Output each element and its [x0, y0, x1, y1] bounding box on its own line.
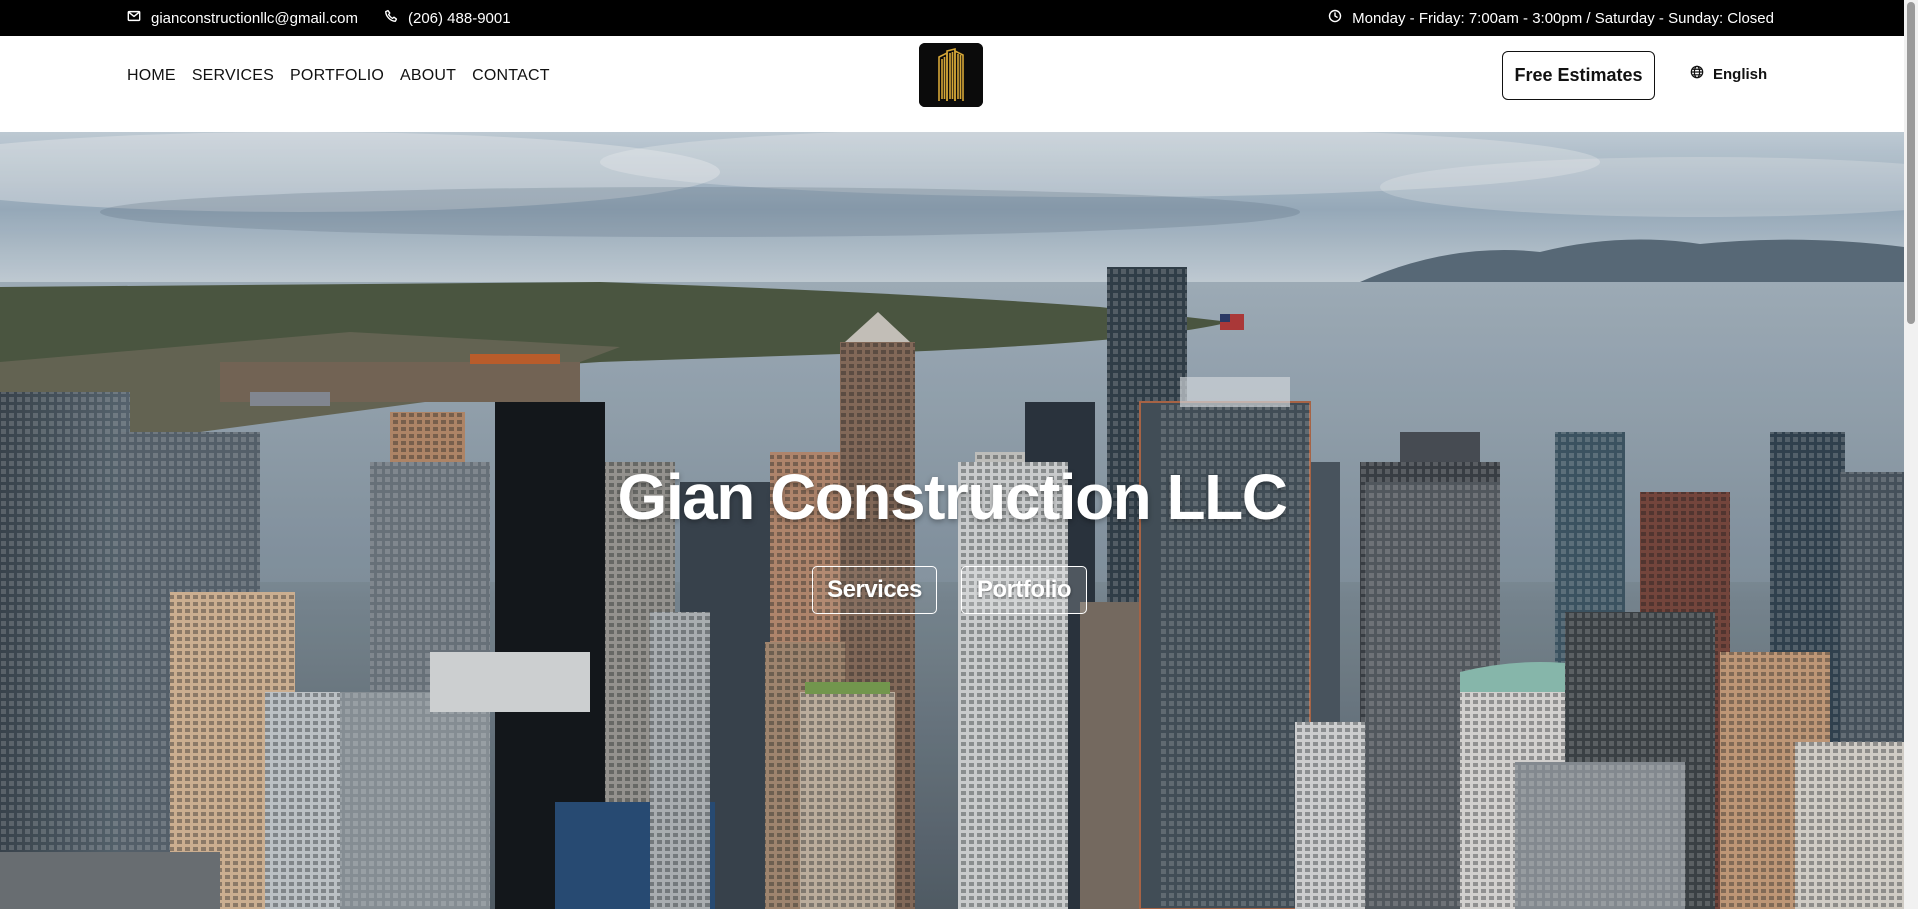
hero-buttons: Services Portfolio [812, 566, 1087, 614]
hero-section: Gian Construction LLC Services Portfolio [0, 132, 1904, 909]
scrollbar-thumb[interactable] [1907, 2, 1915, 324]
email-text[interactable]: gianconstructionllc@gmail.com [151, 10, 358, 27]
hours-text: Monday - Friday: 7:00am - 3:00pm / Satur… [1352, 9, 1774, 27]
globe-icon [1690, 65, 1704, 83]
clock-icon [1328, 9, 1342, 27]
page-scrollbar[interactable] [1904, 0, 1918, 909]
company-logo[interactable] [919, 43, 983, 107]
nav-links: HOME SERVICES PORTFOLIO ABOUT CONTACT [127, 36, 550, 116]
hero-title: Gian Construction LLC [617, 461, 1288, 533]
contact-info: gianconstructionllc@gmail.com (206) 488-… [127, 0, 511, 36]
nav-link-portfolio[interactable]: PORTFOLIO [290, 67, 384, 85]
nav-link-contact[interactable]: CONTACT [472, 67, 550, 85]
building-logo-icon [919, 43, 983, 107]
phone-contact[interactable]: (206) 488-9001 [384, 9, 511, 27]
phone-icon [384, 9, 398, 27]
language-label: English [1713, 65, 1768, 83]
hero-portfolio-button[interactable]: Portfolio [961, 566, 1087, 614]
language-selector[interactable]: English [1690, 62, 1767, 86]
mail-icon [127, 9, 141, 27]
main-navbar: HOME SERVICES PORTFOLIO ABOUT CONTACT Fr… [0, 36, 1904, 132]
nav-link-home[interactable]: HOME [127, 67, 176, 85]
phone-text[interactable]: (206) 488-9001 [408, 10, 511, 27]
nav-link-services[interactable]: SERVICES [192, 67, 274, 85]
email-contact[interactable]: gianconstructionllc@gmail.com [127, 9, 358, 27]
free-estimates-button[interactable]: Free Estimates [1502, 51, 1655, 100]
top-contact-bar: gianconstructionllc@gmail.com (206) 488-… [0, 0, 1904, 36]
nav-link-about[interactable]: ABOUT [400, 67, 456, 85]
hero-services-button[interactable]: Services [812, 566, 937, 614]
business-hours: Monday - Friday: 7:00am - 3:00pm / Satur… [1328, 0, 1774, 36]
